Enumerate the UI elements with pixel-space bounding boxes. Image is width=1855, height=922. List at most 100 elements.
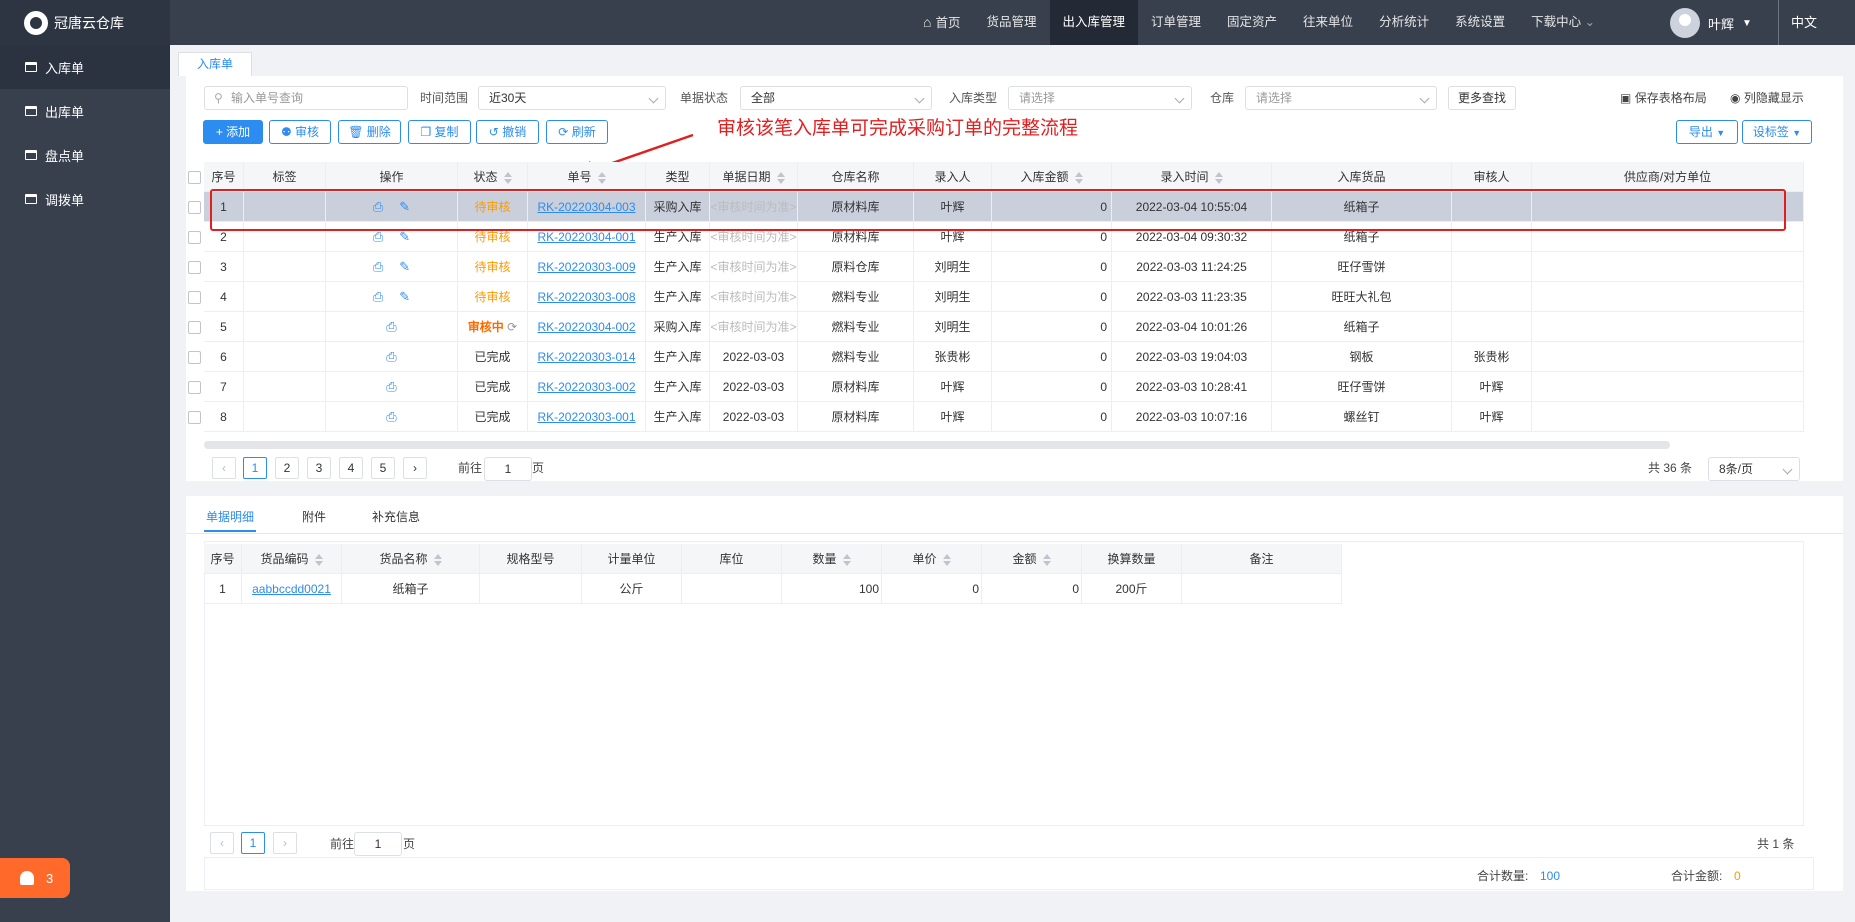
sidebar-item-inbound[interactable]: 入库单 — [0, 45, 170, 89]
copy-button[interactable]: ❐ 复制 — [408, 120, 471, 144]
print-icon[interactable]: ⎙ — [373, 229, 383, 244]
sort-icon[interactable] — [1042, 554, 1051, 567]
page-size-select[interactable]: 8条/页 — [1708, 457, 1800, 481]
nav-inout[interactable]: 出入库管理 — [1049, 0, 1139, 45]
audit-button[interactable]: ⚉ 审核 — [269, 120, 331, 144]
sort-icon[interactable] — [842, 554, 851, 567]
row-checkbox[interactable] — [187, 321, 201, 335]
save-layout-button[interactable]: ▣ 保存表格布局 — [1620, 88, 1707, 108]
delete-button[interactable]: 🗑 删除 — [338, 120, 401, 144]
sort-icon[interactable] — [1214, 172, 1223, 185]
add-button[interactable]: + 添加 — [203, 120, 263, 144]
detail-prev-page-button[interactable]: ‹ — [210, 832, 234, 854]
horizontal-scrollbar[interactable] — [204, 441, 1670, 449]
sidebar-item-stocktake[interactable]: 盘点单 — [0, 133, 170, 177]
table-row[interactable]: 8 ⎙ 已完成 RK-20220303-001 生产入库 2022-03-03 原材料库 叶辉… — [187, 402, 1804, 432]
warehouse-select[interactable]: 请选择 — [1245, 86, 1437, 110]
sort-icon[interactable] — [314, 554, 323, 567]
row-checkbox-cell[interactable] — [184, 342, 204, 372]
detail-page-1-button[interactable]: 1 — [241, 832, 265, 854]
print-icon[interactable]: ⎙ — [373, 259, 383, 274]
status-select[interactable]: 全部 — [740, 86, 932, 110]
cell-id-text[interactable]: RK-20220303-001 — [537, 410, 635, 424]
cell-id-text[interactable]: RK-20220303-009 — [537, 260, 635, 274]
tab-extra-info[interactable]: 补充信息 — [370, 502, 422, 532]
detail-row[interactable]: 1 aabbccdd0021 纸箱子 公斤 100 0 0 200斤 — [204, 574, 1342, 604]
row-checkbox-cell[interactable] — [184, 252, 204, 282]
sort-icon[interactable] — [776, 172, 785, 185]
goto-page-input[interactable]: 1 — [484, 457, 532, 481]
detail-cell-code-text[interactable]: aabbccdd0021 — [252, 582, 331, 596]
cell-id-text[interactable]: RK-20220303-014 — [537, 350, 635, 364]
export-button[interactable]: 导出 ▼ — [1676, 120, 1738, 144]
row-checkbox[interactable] — [187, 231, 201, 245]
tab-detail[interactable]: 单据明细 — [204, 502, 257, 532]
row-checkbox-cell[interactable] — [184, 402, 204, 432]
row-checkbox[interactable] — [187, 351, 201, 365]
table-row[interactable]: 4 ⎙ ✎ 待审核 RK-20220303-008 生产入库 <审核时间为准> 燃料专业 刘明生… — [187, 282, 1804, 312]
row-checkbox-cell[interactable] — [184, 192, 204, 222]
header-checkbox-cell[interactable] — [184, 162, 204, 192]
detail-next-page-button[interactable]: › — [273, 832, 297, 854]
print-icon[interactable]: ⎙ — [386, 349, 396, 364]
detail-goto-page-input[interactable]: 1 — [354, 832, 402, 856]
cell-id-text[interactable]: RK-20220303-002 — [537, 380, 635, 394]
print-icon[interactable]: ⎙ — [386, 379, 396, 394]
next-page-button[interactable]: › — [403, 457, 427, 479]
app-logo[interactable]: 冠唐云仓库 — [0, 0, 170, 45]
nav-settings[interactable]: 系统设置 — [1442, 0, 1518, 45]
search-input[interactable]: ⚲ 输入单号查询 — [204, 86, 408, 110]
cell-id-text[interactable]: RK-20220304-001 — [537, 230, 635, 244]
row-checkbox-cell[interactable] — [184, 222, 204, 252]
sort-icon[interactable] — [503, 172, 512, 185]
nav-partners[interactable]: 往来单位 — [1290, 0, 1366, 45]
page-1-button[interactable]: 1 — [243, 457, 267, 479]
toggle-columns-button[interactable]: ◉ 列隐藏显示 — [1730, 88, 1804, 108]
nav-assets[interactable]: 固定资产 — [1214, 0, 1290, 45]
row-checkbox-cell[interactable] — [184, 372, 204, 402]
row-checkbox-cell[interactable] — [184, 312, 204, 342]
time-range-select[interactable]: 近30天 — [478, 86, 666, 110]
nav-analytics[interactable]: 分析统计 — [1366, 0, 1442, 45]
row-checkbox-cell[interactable] — [184, 282, 204, 312]
more-search-button[interactable]: 更多查找 — [1448, 86, 1516, 110]
print-icon[interactable]: ⎙ — [373, 289, 383, 304]
set-label-button[interactable]: 设标签 ▼ — [1742, 120, 1812, 144]
page-4-button[interactable]: 4 — [339, 457, 363, 479]
table-row[interactable]: 7 ⎙ 已完成 RK-20220303-002 生产入库 2022-03-03 原材料库 叶辉… — [187, 372, 1804, 402]
inbound-type-select[interactable]: 请选择 — [1008, 86, 1192, 110]
user-menu[interactable]: 叶辉 ▼ — [1670, 8, 1752, 38]
tab-attachments[interactable]: 附件 — [300, 502, 328, 532]
table-row[interactable]: 3 ⎙ ✎ 待审核 RK-20220303-009 生产入库 <审核时间为准> 原料仓库 刘明生… — [187, 252, 1804, 282]
language-switch[interactable]: 中文 — [1778, 0, 1817, 45]
table-row[interactable]: 6 ⎙ 已完成 RK-20220303-014 生产入库 2022-03-03 燃料专业 张贵… — [187, 342, 1804, 372]
print-icon[interactable]: ⎙ — [386, 409, 396, 424]
nav-goods[interactable]: 货品管理 — [973, 0, 1049, 45]
cell-id-text[interactable]: RK-20220304-002 — [537, 320, 635, 334]
sidebar-item-outbound[interactable]: 出库单 — [0, 89, 170, 133]
sidebar-item-transfer[interactable]: 调拨单 — [0, 177, 170, 221]
page-2-button[interactable]: 2 — [275, 457, 299, 479]
nav-home[interactable]: ⌂ 首页 — [910, 0, 973, 45]
sort-icon[interactable] — [433, 554, 442, 567]
edit-icon[interactable]: ✎ — [399, 259, 410, 274]
revoke-button[interactable]: ↺ 撤销 — [476, 120, 539, 144]
row-checkbox[interactable] — [187, 381, 201, 395]
sort-icon[interactable] — [942, 554, 951, 567]
nav-orders[interactable]: 订单管理 — [1138, 0, 1214, 45]
nav-download[interactable]: 下载中心 ⌄ — [1518, 0, 1608, 45]
row-checkbox[interactable] — [187, 261, 201, 275]
page-3-button[interactable]: 3 — [307, 457, 331, 479]
prev-page-button[interactable]: ‹ — [212, 457, 236, 479]
edit-icon[interactable]: ✎ — [399, 289, 410, 304]
row-checkbox[interactable] — [187, 291, 201, 305]
edit-icon[interactable]: ✎ — [399, 229, 410, 244]
table-row[interactable]: 5 ⎙ 审核中 ⟳ RK-20220304-002 采购入库 <审核时间为准> 燃料专业 刘明… — [187, 312, 1804, 342]
notification-badge[interactable]: 3 — [0, 858, 70, 898]
cell-id-text[interactable]: RK-20220303-008 — [537, 290, 635, 304]
row-checkbox[interactable] — [187, 201, 201, 215]
print-icon[interactable]: ⎙ — [386, 319, 396, 334]
row-checkbox[interactable] — [187, 411, 201, 425]
sort-icon[interactable] — [1074, 172, 1083, 185]
tab-inbound[interactable]: 入库单 — [178, 52, 253, 76]
